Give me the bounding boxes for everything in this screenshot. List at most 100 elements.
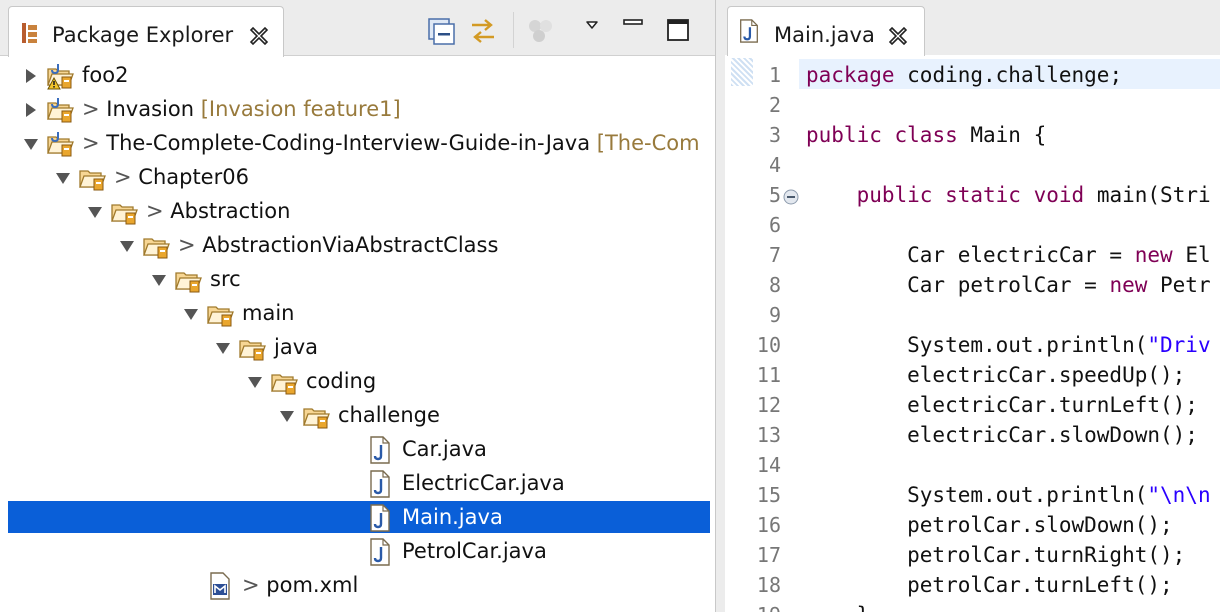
line-number: 1: [768, 63, 781, 87]
collapse-arrow-icon[interactable]: [183, 306, 199, 322]
collapse-arrow-icon[interactable]: [279, 408, 295, 424]
folder-icon: [79, 170, 106, 191]
collapse-arrow-icon[interactable]: [23, 136, 39, 152]
view-menu-icon[interactable]: [580, 14, 614, 48]
line-number: 7: [768, 243, 781, 267]
tab-package-explorer[interactable]: Package Explorer: [8, 6, 284, 57]
line-number: 3: [768, 123, 781, 147]
folder-icon: [143, 238, 170, 259]
code-line[interactable]: 5 public static void main(Stri: [725, 179, 1220, 209]
editor-tab-title: Main.java: [774, 23, 875, 47]
line-number: 14: [756, 453, 781, 477]
java-file-icon: [370, 538, 390, 566]
code-line[interactable]: 11 electricCar.speedUp();: [725, 359, 1220, 389]
code-line[interactable]: 18 petrolCar.turnLeft();: [725, 569, 1220, 599]
code-keyword: new: [1109, 273, 1148, 297]
line-number: 6: [768, 213, 781, 237]
tree-node[interactable]: coding: [0, 365, 715, 397]
code-line[interactable]: 16 petrolCar.slowDown();: [725, 509, 1220, 539]
expand-arrow-icon[interactable]: [23, 102, 39, 118]
code-line[interactable]: 14: [725, 449, 1220, 479]
collapse-arrow-icon[interactable]: [87, 204, 103, 220]
tree-node[interactable]: > AbstractionViaAbstractClass: [0, 229, 715, 261]
code-line[interactable]: 13 electricCar.slowDown();: [725, 419, 1220, 449]
tree-node-label: challenge: [338, 403, 440, 427]
editor-header: Main.java: [725, 0, 1220, 56]
git-dirty-marker: >: [82, 131, 107, 155]
project-icon: [47, 132, 74, 157]
line-number: 5: [768, 183, 781, 207]
fold-collapse-icon[interactable]: [783, 189, 799, 205]
line-number: 2: [768, 93, 781, 117]
code-line[interactable]: 17 petrolCar.turnRight();: [725, 539, 1220, 569]
tree-node[interactable]: Car.java: [0, 433, 715, 465]
link-with-editor-icon[interactable]: [466, 14, 500, 48]
code-line[interactable]: 9: [725, 299, 1220, 329]
code-keyword: static: [945, 183, 1021, 207]
collapse-arrow-icon[interactable]: [151, 272, 167, 288]
project-tree: foo2 > Invasion [Invasion feature1] > The-…: [0, 57, 715, 612]
code-token: petrolCar.turnRight();: [806, 543, 1186, 567]
tree-node-name: pom.xml: [266, 573, 359, 597]
selection-highlight: [8, 501, 710, 533]
code-editor[interactable]: 1 package coding.challenge; 2 3 public class…: [725, 56, 1220, 612]
code-token: }: [806, 603, 870, 612]
package-explorer-header: Package Explorer: [0, 0, 715, 57]
expand-arrow-icon[interactable]: [23, 68, 39, 84]
code-line[interactable]: 15 System.out.println("\n\n: [725, 479, 1220, 509]
focus-on-task-icon[interactable]: [524, 14, 558, 48]
code-line[interactable]: 6: [725, 209, 1220, 239]
code-token: electricCar.slowDown();: [806, 423, 1198, 447]
collapse-all-icon[interactable]: [424, 14, 458, 48]
tree-node[interactable]: main: [0, 297, 715, 329]
close-icon[interactable]: [249, 25, 269, 45]
code-keyword: public: [856, 183, 933, 207]
tree-node[interactable]: > Abstraction: [0, 195, 715, 227]
code-line[interactable]: 19 }: [725, 599, 1220, 612]
code-line[interactable]: 12 electricCar.turnLeft();: [725, 389, 1220, 419]
code-text: public static void main(Stri: [806, 183, 1211, 207]
collapse-arrow-icon[interactable]: [215, 340, 231, 356]
tree-node[interactable]: java: [0, 331, 715, 363]
code-line[interactable]: 8 Car petrolCar = new Petr: [725, 269, 1220, 299]
tree-node[interactable]: > The-Complete-Coding-Interview-Guide-in…: [0, 127, 715, 159]
tab-main-java[interactable]: Main.java: [727, 6, 925, 56]
code-token: System.out.println(: [806, 333, 1148, 357]
code-token: Car petrolCar =: [806, 273, 1110, 297]
code-string: "Driv: [1147, 333, 1211, 357]
maximize-icon[interactable]: [660, 14, 694, 48]
code-line[interactable]: 10 System.out.println("Driv: [725, 329, 1220, 359]
code-line[interactable]: 4: [725, 149, 1220, 179]
tree-node-label: ElectricCar.java: [402, 471, 565, 495]
tree-node[interactable]: ElectricCar.java: [0, 467, 715, 499]
tree-node-label: > Chapter06: [114, 165, 249, 189]
tree-node[interactable]: Main.java: [0, 501, 715, 533]
tree-node[interactable]: challenge: [0, 399, 715, 431]
code-line[interactable]: 1 package coding.challenge;: [725, 59, 1220, 89]
collapse-arrow-icon[interactable]: [55, 170, 71, 186]
code-keyword: package: [806, 63, 895, 87]
line-number: 10: [756, 333, 781, 357]
tree-node[interactable]: foo2: [0, 59, 715, 91]
collapse-arrow-icon[interactable]: [247, 374, 263, 390]
tree-node[interactable]: > pom.xml: [0, 569, 715, 601]
tree-node[interactable]: > Invasion [Invasion feature1]: [0, 93, 715, 125]
code-keyword: class: [894, 123, 958, 147]
tree-node-name: main: [242, 301, 295, 325]
tree-node[interactable]: > Chapter06: [0, 161, 715, 193]
code-line[interactable]: 7 Car electricCar = new El: [725, 239, 1220, 269]
tree-node[interactable]: PetrolCar.java: [0, 535, 715, 567]
tree-node-name: Chapter06: [138, 165, 249, 189]
toolbar-separator: [513, 12, 514, 48]
minimize-icon[interactable]: [616, 14, 650, 48]
line-number: 18: [756, 573, 781, 597]
tree-node-label: Main.java: [402, 505, 503, 529]
code-line[interactable]: 2: [725, 89, 1220, 119]
close-icon[interactable]: [888, 25, 908, 45]
collapse-arrow-icon[interactable]: [119, 238, 135, 254]
code-token: Main {: [957, 123, 1047, 147]
code-text: public class Main {: [806, 123, 1046, 147]
code-line[interactable]: 3 public class Main {: [725, 119, 1220, 149]
tree-node[interactable]: src: [0, 263, 715, 295]
tree-node-name: java: [274, 335, 318, 359]
